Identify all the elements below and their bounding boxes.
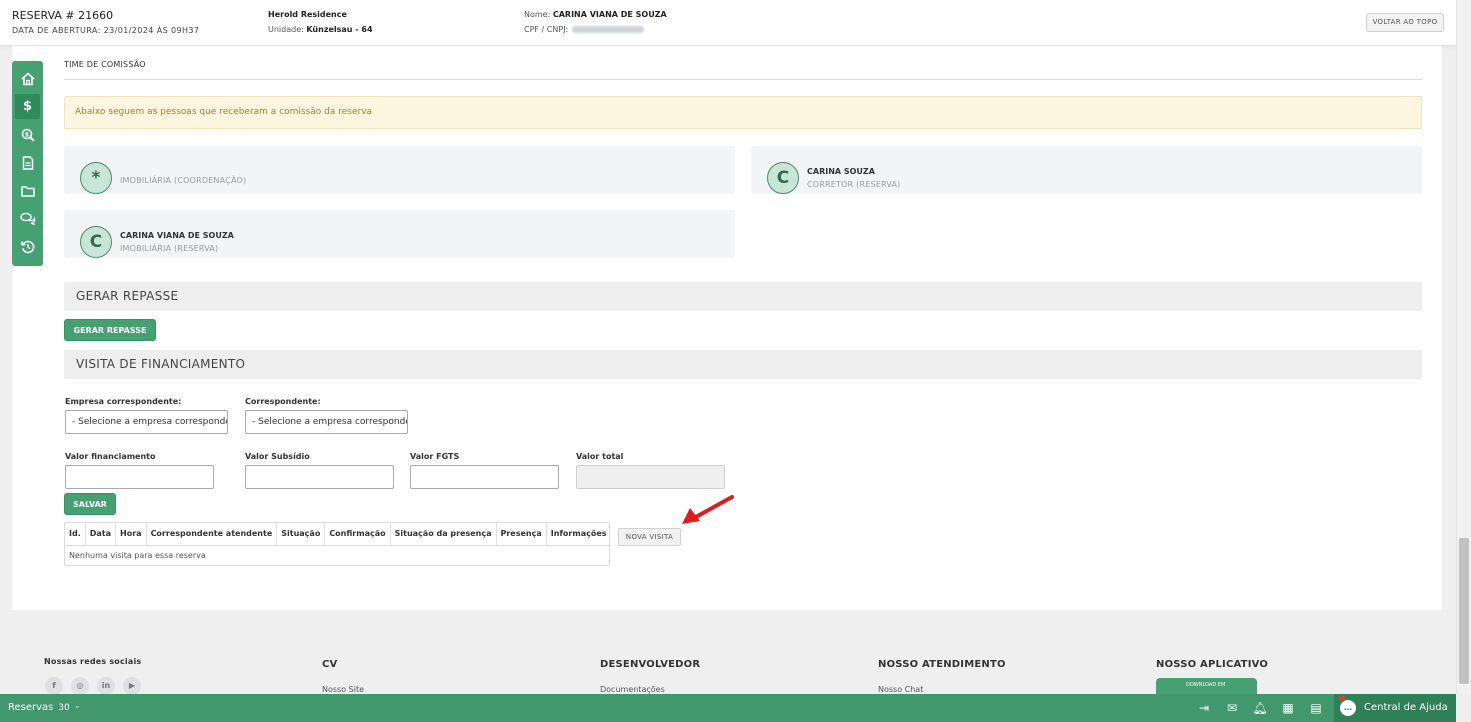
valor-subsidio-input[interactable] [245, 465, 394, 489]
empresa-label: Empresa correspondente: [65, 397, 182, 406]
person-role: CORRETOR (RESERVA) [807, 180, 901, 189]
back-to-top-button[interactable]: VOLTAR AO TOPO [1366, 13, 1444, 32]
svg-text:$: $ [24, 131, 28, 138]
logout-arrow-icon[interactable]: ⇥ [1196, 700, 1212, 716]
history-icon[interactable] [15, 234, 40, 259]
footer-support-title: NOSSO ATENDIMENTO [878, 659, 1006, 670]
valor-financiamento-input[interactable] [65, 465, 214, 489]
footer-social-title: Nossas redes sociais [44, 657, 142, 666]
valor-fgts-input[interactable] [410, 465, 559, 489]
instagram-icon[interactable]: ◎ [71, 677, 89, 695]
valor-total-label: Valor total [576, 452, 624, 461]
badge-caption: DOWNLOAD EM [1186, 682, 1226, 688]
side-toolbar: $ $ [12, 61, 43, 266]
col-situacao-presenca[interactable]: Situação da presença [390, 523, 497, 546]
save-button[interactable]: SALVAR [64, 493, 116, 515]
bell-icon[interactable]: 🔔︎ [1252, 700, 1268, 716]
empresa-select[interactable]: - Selecione a empresa correspondente - [65, 410, 228, 434]
reservas-count[interactable]: 30 [55, 701, 73, 715]
bottom-bar: Reservas 30 ⌄ ⇥ ✉ 🔔︎ ▦ ▤ … Central de Aj… [0, 694, 1456, 722]
calculator-icon[interactable]: ▤ [1308, 700, 1324, 716]
project-name: Herold Residence [268, 10, 347, 19]
col-id[interactable]: Id. [65, 523, 86, 546]
financing-section-title: VISITA DE FINANCIAMENTO [64, 350, 1422, 379]
col-informacoes[interactable]: Informações [546, 523, 611, 546]
correspondente-select[interactable]: - Selecione a empresa correspondente - [245, 410, 408, 434]
dollar-icon[interactable]: $ [15, 94, 40, 119]
folder-icon[interactable] [15, 178, 40, 203]
person-name: CARINA VIANA DE SOUZA [120, 231, 234, 240]
repasse-section-title: GERAR REPASSE [64, 282, 1422, 311]
person-name: CARINA SOUZA [807, 167, 875, 176]
col-presenca[interactable]: Presença [496, 523, 547, 546]
unit-info: Unidade: Künzelsau - 64 [268, 25, 373, 34]
avatar: C [767, 162, 799, 194]
footer-link-chat[interactable]: Nosso Chat [878, 685, 923, 694]
valor-total-input [576, 465, 725, 489]
avatar: C [80, 226, 112, 258]
commission-alert: Abaixo seguem as pessoas que receberam a… [64, 96, 1422, 129]
correspondente-label: Correspondente: [245, 397, 321, 406]
help-center-label: Central de Ajuda [1364, 702, 1448, 713]
redacted-document [572, 26, 645, 33]
youtube-icon[interactable]: ▶ [123, 677, 141, 695]
scrollbar-thumb[interactable] [1459, 538, 1469, 684]
linkedin-icon[interactable]: in [97, 677, 115, 695]
document-icon[interactable] [15, 150, 40, 175]
opening-date: DATA DE ABERTURA: 23/01/2024 ÀS 09H37 [12, 26, 200, 35]
reservation-title: RESERVA # 21660 [12, 9, 114, 22]
valor-subsidio-label: Valor Subsídio [245, 452, 310, 461]
person-role: IMOBILIÁRIA (RESERVA) [120, 244, 219, 253]
facebook-icon[interactable]: f [45, 677, 63, 695]
footer-app-title: NOSSO APLICATIVO [1156, 659, 1269, 670]
search-money-icon[interactable]: $ [15, 122, 40, 147]
footer-dev-title: DESENVOLVEDOR [600, 659, 701, 670]
col-data[interactable]: Data [85, 523, 117, 546]
reservas-label[interactable]: Reservas [8, 702, 53, 713]
client-name: Nome: CARINA VIANA DE SOUZA [524, 10, 667, 19]
avatar: * [80, 162, 112, 194]
empty-message: Nenhuma visita para essa reserva [69, 550, 206, 560]
notification-dot [1339, 695, 1345, 701]
generate-repasse-button[interactable]: GERAR REPASSE [64, 319, 156, 341]
col-confirmacao[interactable]: Confirmação [324, 523, 391, 546]
valor-fgts-label: Valor FGTS [410, 452, 460, 461]
valor-financiamento-label: Valor financiamento [65, 452, 156, 461]
chevron-down-icon[interactable]: ⌄ [74, 701, 81, 710]
visits-table: Id. Data Hora Correspondente atendente S… [64, 522, 611, 566]
reservation-header: RESERVA # 21660 DATA DE ABERTURA: 23/01/… [0, 0, 1456, 46]
col-correspondente[interactable]: Correspondente atendente [146, 523, 278, 546]
table-row: Nenhuma visita para essa reserva [65, 545, 611, 565]
footer-link-docs[interactable]: Documentações [600, 685, 665, 694]
commission-card-corretor: C CARINA SOUZA CORRETOR (RESERVA) [751, 146, 1422, 194]
col-situacao[interactable]: Situação [276, 523, 326, 546]
commission-section-title: TIME DE COMISSÃO [64, 60, 146, 69]
home-icon[interactable] [15, 66, 40, 91]
client-document: CPF / CNPJ: [524, 25, 645, 34]
divider [64, 79, 1422, 80]
red-arrow-annotation [682, 495, 734, 524]
commission-card-imobiliaria: C CARINA VIANA DE SOUZA IMOBILIÁRIA (RES… [64, 210, 735, 258]
footer-cv-title: CV [322, 659, 338, 670]
footer-link-site[interactable]: Nosso Site [322, 685, 364, 694]
person-role: IMOBILIÁRIA (COORDENAÇÃO) [120, 176, 247, 185]
calendar-icon[interactable]: ▦ [1280, 700, 1296, 716]
mail-icon[interactable]: ✉ [1224, 700, 1240, 716]
new-visit-button[interactable]: NOVA VISITA [618, 528, 681, 546]
help-center-button[interactable]: … Central de Ajuda [1334, 694, 1456, 722]
chat-bubble-icon: … [1340, 700, 1356, 716]
commission-card-coordenacao: * IMOBILIÁRIA (COORDENAÇÃO) [64, 146, 735, 194]
vertical-scrollbar[interactable] [1456, 0, 1471, 694]
chat-icon[interactable] [15, 206, 40, 231]
col-hora[interactable]: Hora [115, 523, 147, 546]
